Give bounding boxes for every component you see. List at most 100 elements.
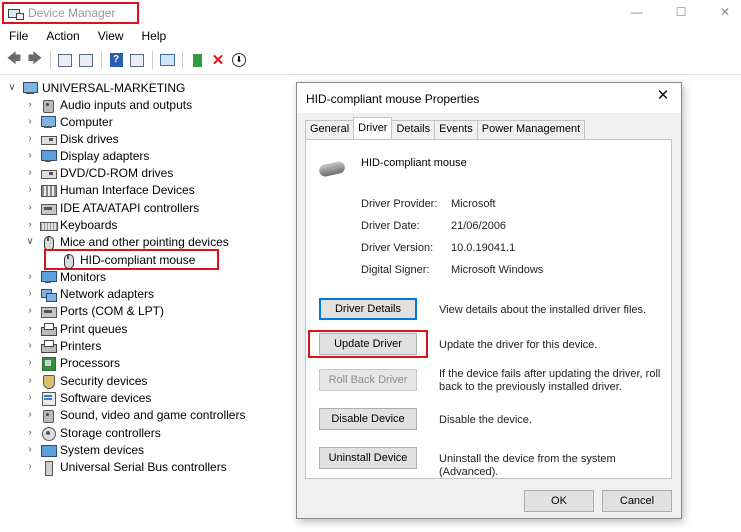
tree-item-label: System devices: [60, 442, 145, 457]
collapse-chevron-icon[interactable]: ›: [24, 271, 36, 283]
collapse-chevron-icon[interactable]: ›: [24, 133, 36, 145]
title-bar: Device Manager — ☐ ✕: [0, 0, 741, 26]
cancel-button[interactable]: Cancel: [602, 490, 672, 512]
view-icon[interactable]: [127, 50, 147, 70]
port-icon: [40, 304, 57, 318]
uninstall-icon[interactable]: ✕: [208, 50, 228, 70]
tree-item-display-adapters[interactable]: › Display adapters: [24, 147, 149, 164]
toolbar: 🡄 🡆 ? ✕ ⬇: [0, 48, 741, 72]
tree-item-software[interactable]: › Software devices: [24, 389, 151, 406]
roll-back-driver-button[interactable]: Roll Back Driver: [319, 369, 417, 391]
tree-item-computer[interactable]: › Computer: [24, 113, 112, 130]
collapse-chevron-icon[interactable]: ›: [24, 461, 36, 473]
collapse-chevron-icon[interactable]: ›: [24, 375, 36, 387]
collapse-chevron-icon[interactable]: ›: [24, 409, 36, 421]
tree-item-ide[interactable]: › IDE ATA/ATAPI controllers: [24, 199, 199, 216]
driver-details-button[interactable]: Driver Details: [319, 298, 417, 320]
disable-device-description: Disable the device.: [439, 414, 532, 426]
maximize-button[interactable]: ☐: [671, 3, 691, 21]
driver-version-value: 10.0.19041.1: [451, 242, 516, 254]
expand-chevron-icon[interactable]: ∨: [6, 82, 18, 94]
device-manager-icon: [8, 7, 24, 20]
collapse-chevron-icon[interactable]: ›: [24, 323, 36, 335]
tree-item-disk-drives[interactable]: › Disk drives: [24, 130, 118, 147]
collapse-chevron-icon[interactable]: ›: [24, 444, 36, 456]
system-device-icon: [40, 443, 57, 457]
collapse-chevron-icon[interactable]: ›: [24, 150, 36, 162]
computer-icon: [40, 115, 56, 129]
properties-dialog: HID-compliant mouse Properties ✕ General…: [296, 82, 682, 519]
tab-general[interactable]: General: [305, 120, 355, 139]
help-icon[interactable]: ?: [106, 50, 126, 70]
properties-icon[interactable]: [55, 50, 75, 70]
tree-item-usb[interactable]: › Universal Serial Bus controllers: [24, 458, 227, 476]
mouse-icon: [40, 235, 56, 251]
monitor-icon[interactable]: [157, 50, 177, 70]
ide-controller-icon: [40, 201, 57, 215]
expand-chevron-icon[interactable]: ∨: [24, 236, 36, 248]
tree-item-mice[interactable]: ∨ Mice and other pointing devices: [24, 233, 229, 251]
tree-item-hid-compliant-mouse[interactable]: HID-compliant mouse: [60, 251, 195, 269]
tree-item-storage[interactable]: › Storage controllers: [24, 424, 161, 441]
tab-driver[interactable]: Driver: [353, 117, 393, 139]
disk-drive-icon: [40, 132, 57, 146]
tree-root[interactable]: ∨ UNIVERSAL-MARKETING: [6, 79, 185, 96]
minimize-button[interactable]: —: [627, 3, 647, 21]
collapse-chevron-icon[interactable]: ›: [24, 116, 36, 128]
hid-icon: [40, 183, 57, 197]
tab-events[interactable]: Events: [434, 120, 478, 139]
tree-item-monitors[interactable]: › Monitors: [24, 268, 106, 285]
update-driver-button[interactable]: Update Driver: [319, 333, 417, 355]
collapse-chevron-icon[interactable]: ›: [24, 427, 36, 439]
tree-item-label: Human Interface Devices: [60, 182, 195, 197]
collapse-chevron-icon[interactable]: ›: [24, 288, 36, 300]
update-driver-icon[interactable]: [76, 50, 96, 70]
dialog-close-button[interactable]: ✕: [655, 88, 671, 104]
uninstall-device-button[interactable]: Uninstall Device: [319, 447, 417, 469]
tree-item-label: Monitors: [60, 269, 107, 284]
tree-item-keyboards[interactable]: › Keyboards: [24, 216, 117, 233]
tree-item-system[interactable]: › System devices: [24, 441, 144, 458]
collapse-chevron-icon[interactable]: ›: [24, 392, 36, 404]
menu-view[interactable]: View: [89, 27, 133, 46]
collapse-chevron-icon[interactable]: ›: [24, 357, 36, 369]
driver-provider-label: Driver Provider:: [361, 198, 438, 210]
download-icon[interactable]: ⬇: [229, 50, 249, 70]
tree-item-hid[interactable]: › Human Interface Devices: [24, 181, 195, 198]
driver-details-description: View details about the installed driver …: [439, 304, 647, 316]
tree-item-print-queues[interactable]: › Print queues: [24, 320, 127, 337]
collapse-chevron-icon[interactable]: ›: [24, 184, 36, 196]
back-arrow-icon[interactable]: 🡄: [4, 50, 24, 70]
add-device-icon[interactable]: [187, 50, 207, 70]
forward-arrow-icon[interactable]: 🡆: [25, 50, 45, 70]
menu-action[interactable]: Action: [37, 27, 88, 46]
tree-item-network[interactable]: › Network adapters: [24, 285, 154, 302]
software-device-icon: [40, 391, 56, 406]
collapse-chevron-icon[interactable]: ›: [24, 305, 36, 317]
uninstall-device-description: Uninstall the device from the system (Ad…: [439, 453, 616, 478]
collapse-chevron-icon[interactable]: ›: [24, 340, 36, 352]
tree-item-dvd[interactable]: › DVD/CD-ROM drives: [24, 164, 173, 181]
menu-help[interactable]: Help: [133, 27, 176, 46]
tree-item-audio[interactable]: › Audio inputs and outputs: [24, 96, 192, 113]
collapse-chevron-icon[interactable]: ›: [24, 99, 36, 111]
ok-button[interactable]: OK: [524, 490, 594, 512]
tab-details[interactable]: Details: [391, 120, 436, 139]
display-adapter-icon: [40, 149, 57, 163]
tab-power-management[interactable]: Power Management: [476, 120, 586, 139]
menu-file[interactable]: File: [0, 27, 37, 46]
tree-item-processors[interactable]: › Processors: [24, 354, 120, 371]
disable-device-button[interactable]: Disable Device: [319, 408, 417, 430]
driver-date-label: Driver Date:: [361, 220, 420, 232]
close-button[interactable]: ✕: [715, 3, 735, 21]
collapse-chevron-icon[interactable]: ›: [24, 219, 36, 231]
collapse-chevron-icon[interactable]: ›: [24, 167, 36, 179]
tree-item-label: Sound, video and game controllers: [60, 407, 246, 422]
device-name: HID-compliant mouse: [361, 157, 467, 169]
collapse-chevron-icon[interactable]: ›: [24, 202, 36, 214]
tree-item-printers[interactable]: › Printers: [24, 337, 101, 354]
tree-item-ports[interactable]: › Ports (COM & LPT): [24, 302, 164, 319]
tree-item-sound[interactable]: › Sound, video and game controllers: [24, 406, 245, 423]
tree-item-security[interactable]: › Security devices: [24, 372, 147, 389]
tree-item-label: Ports (COM & LPT): [60, 303, 165, 318]
